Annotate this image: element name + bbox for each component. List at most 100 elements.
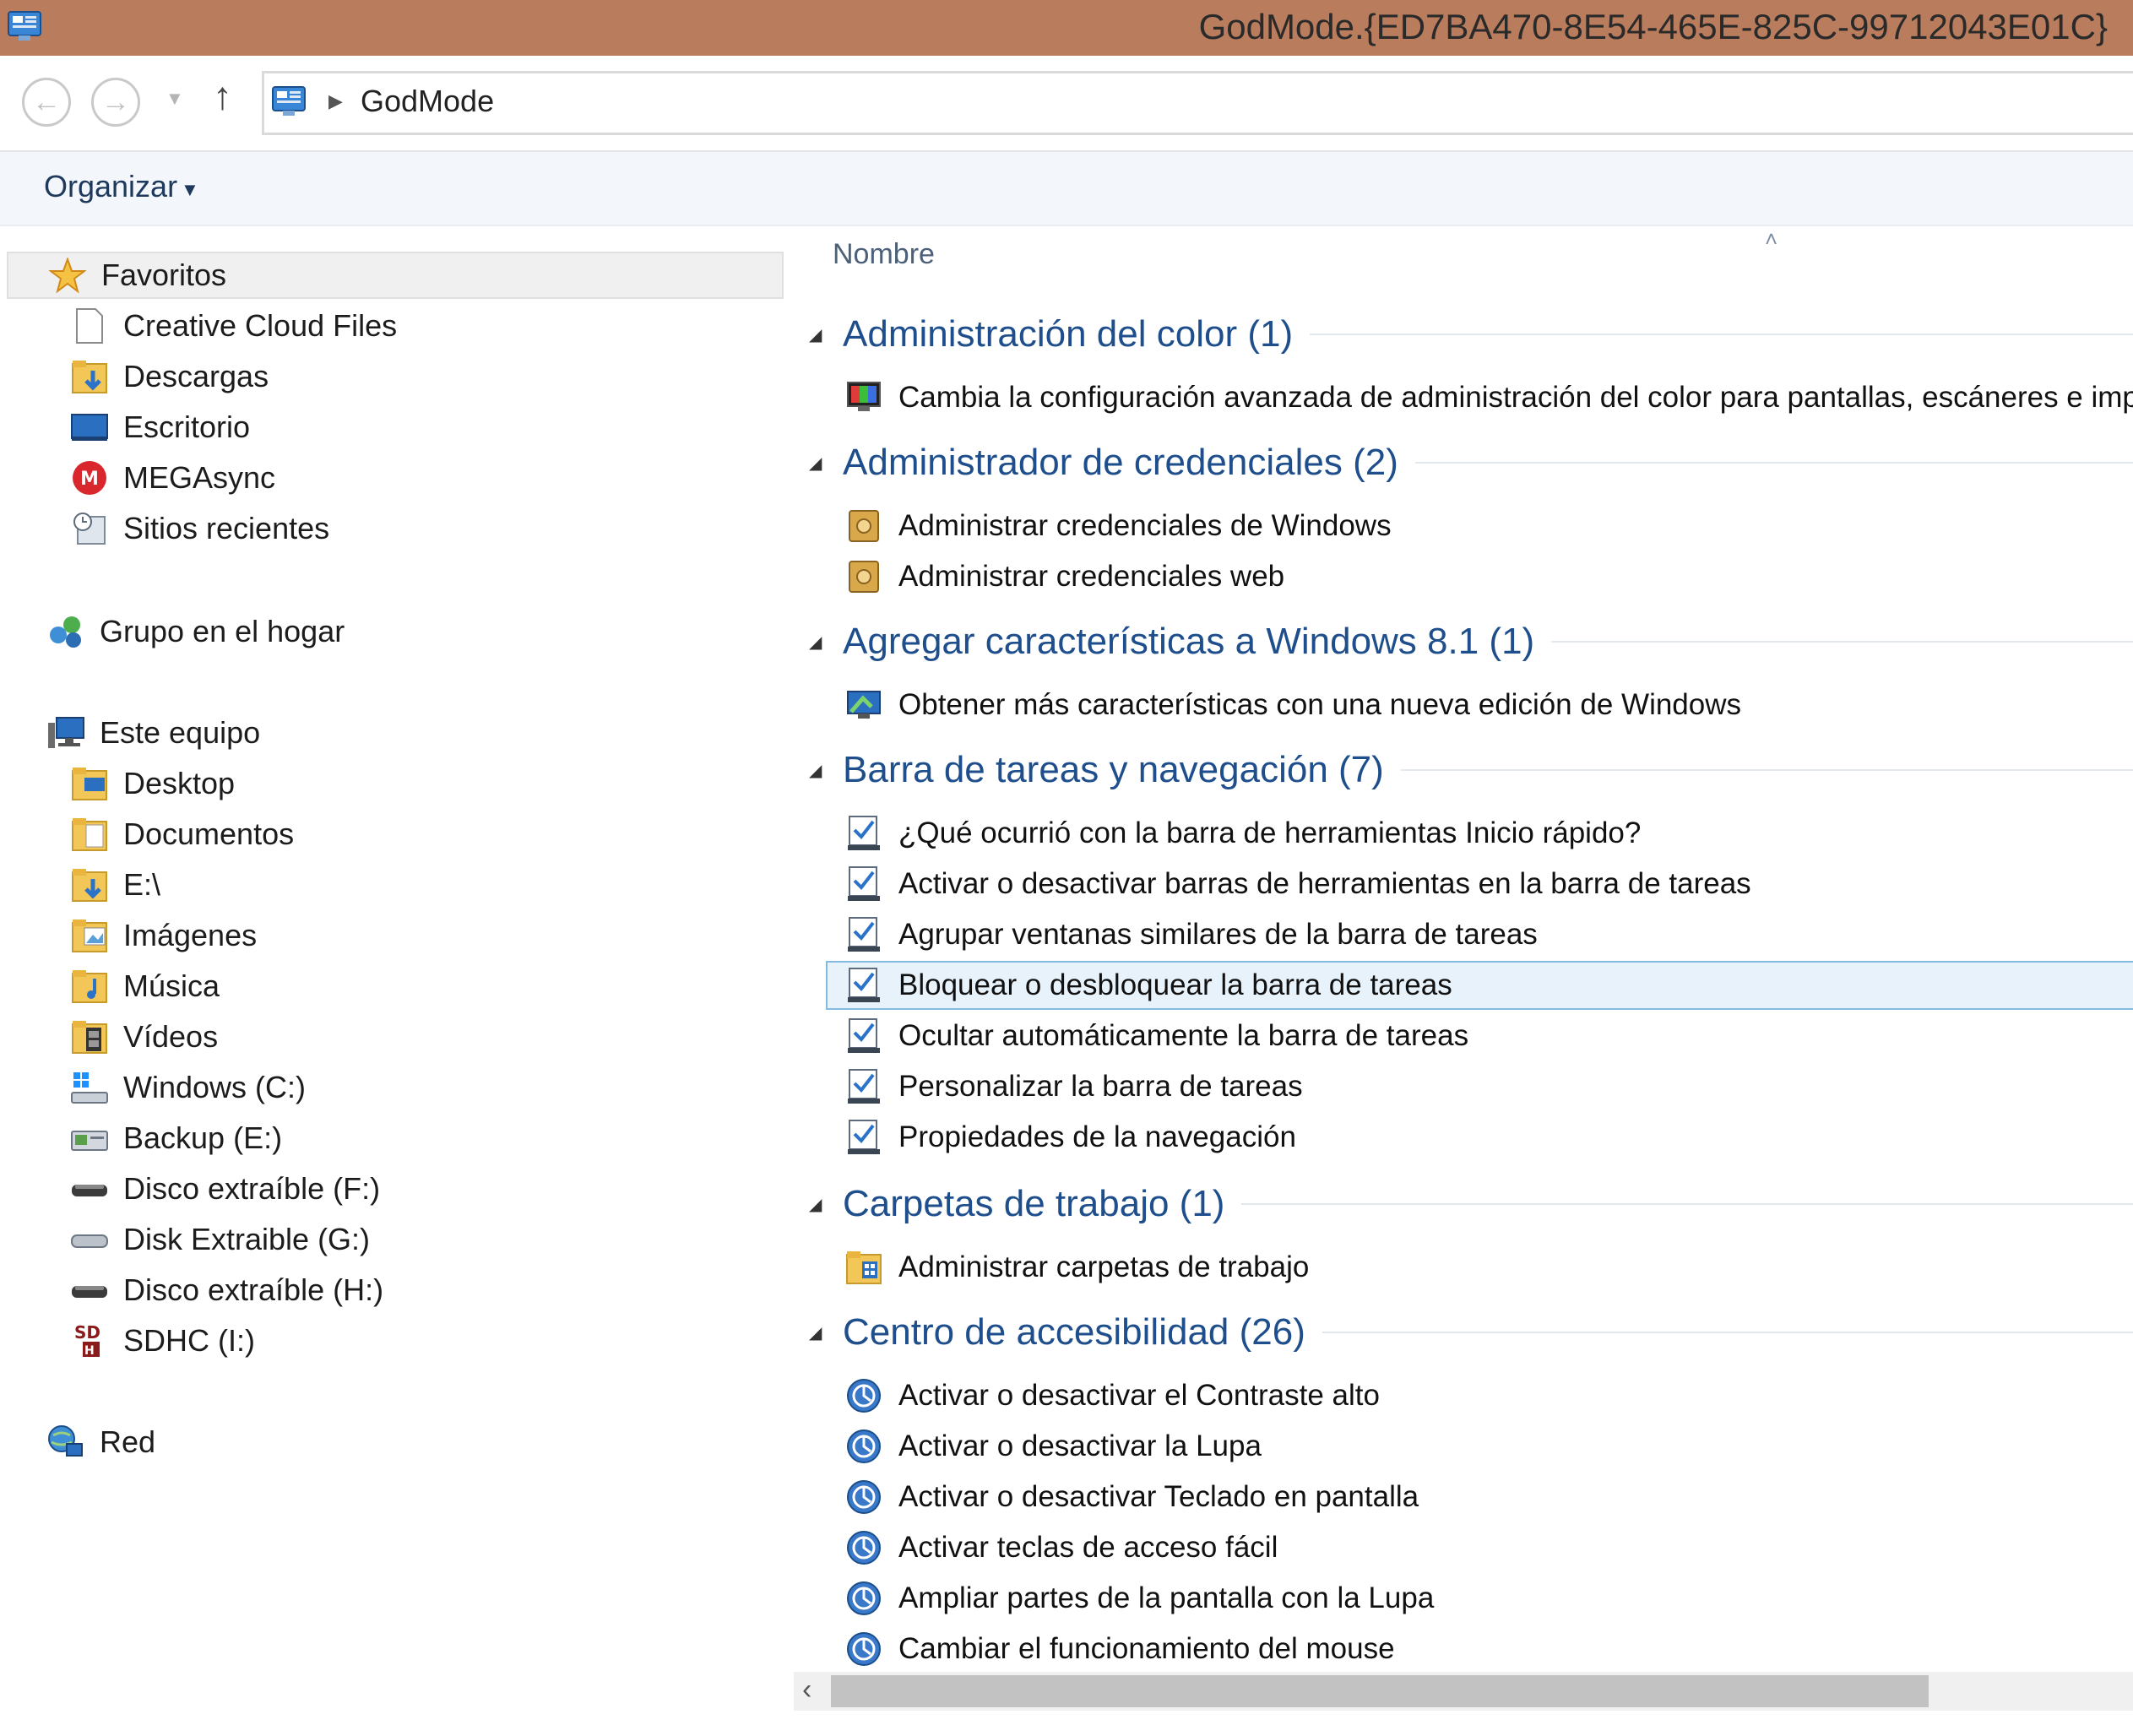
file-icon [69, 307, 110, 345]
nav-item-sitios-recientes[interactable]: Sitios recientes [69, 505, 329, 552]
nav-item-escritorio[interactable]: Escritorio [69, 404, 250, 451]
navigation-pane: Favoritos Creative Cloud Files Descargas… [0, 226, 790, 1736]
collapse-triangle-icon[interactable]: ◢ [809, 760, 843, 781]
group-header-add-features[interactable]: ◢ Agregar características a Windows 8.1 … [809, 616, 2133, 667]
list-item[interactable]: Administrar carpetas de trabajo [828, 1243, 2133, 1292]
list-item[interactable]: Ocultar automáticamente la barra de tare… [828, 1012, 2133, 1061]
list-item-label: ¿Qué ocurrió con la barra de herramienta… [898, 816, 1642, 849]
ease-of-access-icon [844, 1376, 883, 1415]
nav-network[interactable]: Red [46, 1419, 155, 1466]
horizontal-scrollbar[interactable]: ‹ [794, 1672, 2133, 1711]
nav-this-pc-label: Este equipo [100, 715, 261, 750]
list-item[interactable]: Activar o desactivar la Lupa [828, 1422, 2133, 1471]
nav-item-creative-cloud-files[interactable]: Creative Cloud Files [69, 302, 397, 350]
list-item[interactable]: ¿Qué ocurrió con la barra de herramienta… [828, 809, 2133, 858]
list-item-label: Activar teclas de acceso fácil [898, 1531, 1278, 1564]
list-item[interactable]: Propiedades de la navegación [828, 1113, 2133, 1162]
mega-icon: M [69, 458, 110, 497]
nav-item-label: Sitios recientes [123, 511, 330, 545]
collapse-triangle-icon[interactable]: ◢ [809, 1322, 843, 1343]
title-bar: GodMode.{ED7BA470-8E54-465E-825C-9971204… [0, 0, 2133, 56]
group-header-work-folders[interactable]: ◢ Carpetas de trabajo (1) [809, 1179, 2133, 1229]
list-item[interactable]: Agrupar ventanas similares de la barra d… [828, 910, 2133, 959]
taskbar-checklist-icon [844, 915, 883, 954]
breadcrumb[interactable]: GodMode [361, 84, 494, 119]
pictures-folder-icon [69, 916, 110, 955]
taskbar-checklist-icon [844, 814, 883, 853]
list-item[interactable]: Ampliar partes de la pantalla con la Lup… [828, 1574, 2133, 1623]
nav-item-e-drive[interactable]: E:\ [69, 861, 160, 909]
nav-item-disco-h[interactable]: Disco extraíble (H:) [69, 1267, 383, 1314]
group-header-color[interactable]: ◢ Administración del color (1) [809, 309, 2133, 360]
window-title: GodMode.{ED7BA470-8E54-465E-825C-9971204… [1198, 7, 2108, 46]
nav-item-disco-f[interactable]: Disco extraíble (F:) [69, 1165, 380, 1212]
list-item[interactable]: Activar teclas de acceso fácil [828, 1523, 2133, 1572]
group-header-ease-of-access[interactable]: ◢ Centro de accesibilidad (26) [809, 1307, 2133, 1358]
list-item[interactable]: Activar o desactivar el Contraste alto [828, 1371, 2133, 1420]
organize-menu-button[interactable]: Organizar [44, 169, 177, 204]
list-item-selected[interactable]: Bloquear o desbloquear la barra de tarea… [826, 961, 2133, 1010]
removable-drive-icon [69, 1271, 110, 1310]
list-item[interactable]: Cambiar el funcionamiento del mouse [828, 1625, 2133, 1674]
nav-item-label: Descargas [123, 359, 269, 393]
collapse-triangle-icon[interactable]: ◢ [809, 453, 843, 474]
nav-homegroup[interactable]: Grupo en el hogar [46, 608, 345, 655]
list-item-label: Personalizar la barra de tareas [898, 1070, 1303, 1103]
list-item[interactable]: Personalizar la barra de tareas [828, 1062, 2133, 1111]
scroll-left-icon[interactable]: ‹ [802, 1674, 811, 1706]
collapse-triangle-icon[interactable]: ◢ [809, 324, 843, 345]
up-button[interactable]: ↑ [213, 73, 232, 118]
nav-item-label: SDHC (I:) [123, 1323, 255, 1358]
breadcrumb-separator-icon[interactable]: ▶ [328, 90, 343, 112]
nav-item-documentos[interactable]: Documentos [69, 811, 294, 858]
sort-ascending-icon[interactable]: ˄ [1765, 226, 1778, 252]
control-panel-icon [271, 85, 308, 119]
group-divider [1310, 334, 2133, 335]
list-item-label: Ocultar automáticamente la barra de tare… [898, 1019, 1469, 1052]
nav-item-disk-g[interactable]: Disk Extraible (G:) [69, 1216, 370, 1263]
list-item-label: Activar o desactivar la Lupa [898, 1429, 1262, 1462]
group-divider [1241, 1203, 2133, 1205]
column-header-name[interactable]: Nombre [833, 238, 935, 271]
group-header-credentials[interactable]: ◢ Administrador de credenciales (2) [809, 437, 2133, 488]
forward-button[interactable]: → [91, 78, 140, 127]
nav-item-label: Disco extraíble (H:) [123, 1272, 384, 1307]
list-item[interactable]: Obtener más características con una nuev… [828, 681, 2133, 730]
taskbar-checklist-icon [844, 1017, 883, 1055]
collapse-triangle-icon[interactable]: ◢ [809, 632, 843, 653]
nav-item-label: Creative Cloud Files [123, 308, 398, 343]
nav-item-musica[interactable]: Música [69, 963, 220, 1010]
group-header-taskbar[interactable]: ◢ Barra de tareas y navegación (7) [809, 745, 2133, 795]
folder-icon [69, 764, 110, 803]
scrollbar-thumb[interactable] [831, 1675, 1929, 1707]
nav-item-backup-e[interactable]: Backup (E:) [69, 1115, 282, 1162]
recent-locations-button[interactable]: ▼ [166, 88, 184, 110]
list-item[interactable]: Activar o desactivar barras de herramien… [828, 860, 2133, 909]
svg-text:H: H [84, 1344, 95, 1358]
work-folders-icon [844, 1248, 883, 1287]
address-bar[interactable]: ▶ GodMode [262, 71, 2133, 135]
collapse-triangle-icon[interactable]: ◢ [809, 1194, 843, 1215]
list-item[interactable]: Cambia la configuración avanzada de admi… [828, 373, 2133, 422]
nav-item-descargas[interactable]: Descargas [69, 353, 269, 400]
control-panel-icon[interactable] [7, 10, 44, 42]
computer-icon [46, 713, 86, 752]
chevron-down-icon[interactable]: ▼ [181, 179, 199, 201]
list-item[interactable]: Activar o desactivar Teclado en pantalla [828, 1473, 2133, 1522]
nav-item-videos[interactable]: Vídeos [69, 1013, 218, 1061]
nav-favorites[interactable]: Favoritos [7, 252, 784, 299]
nav-item-imagenes[interactable]: Imágenes [69, 912, 257, 959]
nav-item-sdhc-i[interactable]: SD H SDHC (I:) [69, 1317, 255, 1364]
list-item[interactable]: Administrar credenciales web [828, 552, 2133, 601]
nav-item-megasync[interactable]: M MEGAsync [69, 454, 275, 502]
nav-item-windows-c[interactable]: Windows (C:) [69, 1064, 306, 1111]
back-button[interactable]: ← [22, 78, 71, 127]
nav-this-pc[interactable]: Este equipo [46, 709, 260, 757]
music-folder-icon [69, 967, 110, 1006]
nav-item-desktop[interactable]: Desktop [69, 760, 235, 807]
nav-item-label: Documentos [123, 816, 295, 851]
credential-vault-icon [844, 507, 883, 545]
group-divider [1400, 769, 2133, 771]
nav-item-label: Windows (C:) [123, 1070, 307, 1104]
list-item[interactable]: Administrar credenciales de Windows [828, 502, 2133, 551]
